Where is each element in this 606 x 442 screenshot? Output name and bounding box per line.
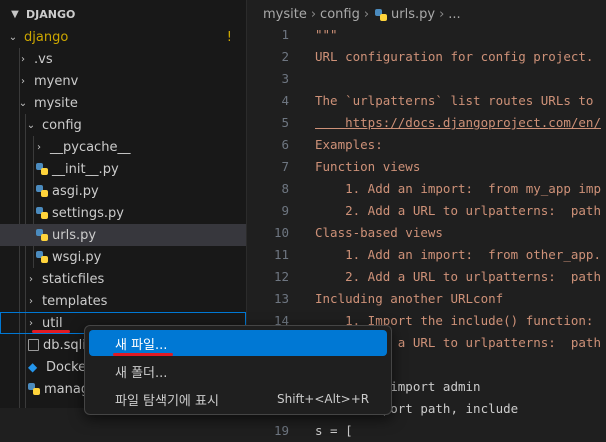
- docker-whale-icon: ◆: [28, 360, 38, 374]
- menu-item-shortcut: Shift+<Alt>+R: [277, 392, 370, 406]
- line-number: 4: [281, 93, 289, 108]
- tree-item-label: mysite: [34, 95, 78, 111]
- tree-item-label: asgi.py: [52, 183, 99, 199]
- red-underline-annotation: [113, 353, 173, 356]
- line-number: 10: [273, 225, 289, 240]
- line-number: 11: [273, 247, 289, 262]
- tree-item-label: wsgi.py: [52, 249, 102, 265]
- line-number: 5: [281, 115, 289, 130]
- menu-item-label: 새 파일...: [115, 337, 168, 353]
- code-text: Function views: [315, 159, 421, 174]
- tree-item-django[interactable]: ⌄ django !: [0, 26, 246, 48]
- breadcrumb-item[interactable]: ...: [448, 0, 460, 30]
- code-text: Examples:: [315, 137, 383, 152]
- python-file-icon: [36, 207, 48, 219]
- menu-item-new-folder[interactable]: 새 폴더...: [89, 358, 387, 384]
- warning-badge: !: [226, 29, 232, 45]
- python-file-icon: [36, 251, 48, 263]
- line-number: 13: [273, 291, 289, 306]
- chevron-down-icon: ⌄: [26, 119, 36, 131]
- tree-item-templates[interactable]: › templates: [0, 290, 246, 312]
- line-number: 19: [273, 423, 289, 438]
- chevron-right-icon: ›: [21, 53, 25, 65]
- tree-item-pycache[interactable]: › __pycache__: [0, 136, 246, 158]
- chevron-right-icon: ›: [37, 141, 41, 153]
- tree-item-label: urls.py: [52, 227, 97, 243]
- chevron-right-icon: ›: [439, 7, 445, 22]
- breadcrumb-item[interactable]: urls.py: [391, 0, 435, 30]
- code-text: """: [315, 27, 338, 42]
- chevron-right-icon: ›: [29, 295, 33, 307]
- menu-item-label: 새 폴더...: [115, 365, 168, 381]
- tree-item-urls-py[interactable]: urls.py: [0, 224, 246, 246]
- code-text: The `urlpatterns` list routes URLs to: [315, 93, 594, 108]
- red-underline-annotation: [32, 330, 70, 333]
- menu-item-label: 파일 탐색기에 표시: [115, 393, 219, 409]
- line-number: 7: [281, 159, 289, 174]
- tree-item-label: util: [42, 315, 63, 331]
- code-text: 1. Add an import: from my_app imp: [315, 181, 601, 196]
- line-number: 8: [281, 181, 289, 196]
- tree-item-wsgi-py[interactable]: wsgi.py: [0, 246, 246, 268]
- python-file-icon: [375, 9, 388, 21]
- tree-item-label: staticfiles: [42, 271, 105, 287]
- code-text: 2. Add a URL to urlpatterns: path: [315, 269, 601, 284]
- code-text: s = [: [315, 423, 353, 438]
- chevron-down-icon: ⌄: [18, 97, 28, 109]
- chevron-down-icon: ⌄: [8, 31, 18, 43]
- chevron-right-icon: ›: [29, 317, 33, 329]
- tree-item-label: templates: [42, 293, 108, 309]
- code-text: 2. Add a URL to urlpatterns: path: [315, 203, 601, 218]
- python-file-icon: [36, 229, 48, 241]
- tree-item-config[interactable]: ⌄ config: [0, 114, 246, 136]
- code-link[interactable]: https://docs.djangoproject.com/en/: [315, 112, 601, 134]
- tree-item-label: myenv: [34, 73, 79, 89]
- tree-item-label: __pycache__: [50, 139, 131, 155]
- line-number: 6: [281, 137, 289, 152]
- tree-item-label: settings.py: [52, 205, 124, 221]
- line-number: 12: [273, 269, 289, 284]
- tree-item-settings-py[interactable]: settings.py: [0, 202, 246, 224]
- tree-item-label: django: [24, 29, 69, 45]
- chevron-right-icon: ›: [29, 273, 33, 285]
- menu-item-reveal-in-explorer[interactable]: 파일 탐색기에 표시 Shift+<Alt>+R: [89, 386, 387, 412]
- tree-item-label: __init__.py: [52, 161, 119, 177]
- line-number: 3: [281, 71, 289, 86]
- tree-item-init-py[interactable]: __init__.py: [0, 158, 246, 180]
- tree-item-myenv[interactable]: › myenv: [0, 70, 246, 92]
- python-file-icon: [36, 185, 48, 197]
- chevron-right-icon: ›: [363, 7, 370, 22]
- python-file-icon: [28, 383, 40, 395]
- tree-item-label: config: [42, 117, 82, 133]
- breadcrumb: mysite › config › urls.py › ...: [247, 0, 606, 30]
- tree-item-staticfiles[interactable]: › staticfiles: [0, 268, 246, 290]
- code-text: Class-based views: [315, 225, 443, 240]
- context-menu: 새 파일... 새 폴더... 파일 탐색기에 표시 Shift+<Alt>+R: [84, 325, 392, 415]
- python-file-icon: [36, 163, 48, 175]
- line-number: 2: [281, 49, 289, 64]
- tree-item-asgi-py[interactable]: asgi.py: [0, 180, 246, 202]
- line-number: 1: [281, 27, 289, 42]
- code-text: URL configuration for config project.: [315, 49, 594, 64]
- tree-item-label: .vs: [34, 51, 53, 67]
- code-text: 1. Add an import: from other_app.: [315, 247, 601, 262]
- chevron-right-icon: ›: [21, 75, 25, 87]
- tree-item-vs[interactable]: › .vs: [0, 48, 246, 70]
- tree-item-mysite[interactable]: ⌄ mysite: [0, 92, 246, 114]
- code-text: Including another URLconf: [315, 291, 504, 306]
- file-icon: [28, 339, 39, 351]
- line-number: 9: [281, 203, 289, 218]
